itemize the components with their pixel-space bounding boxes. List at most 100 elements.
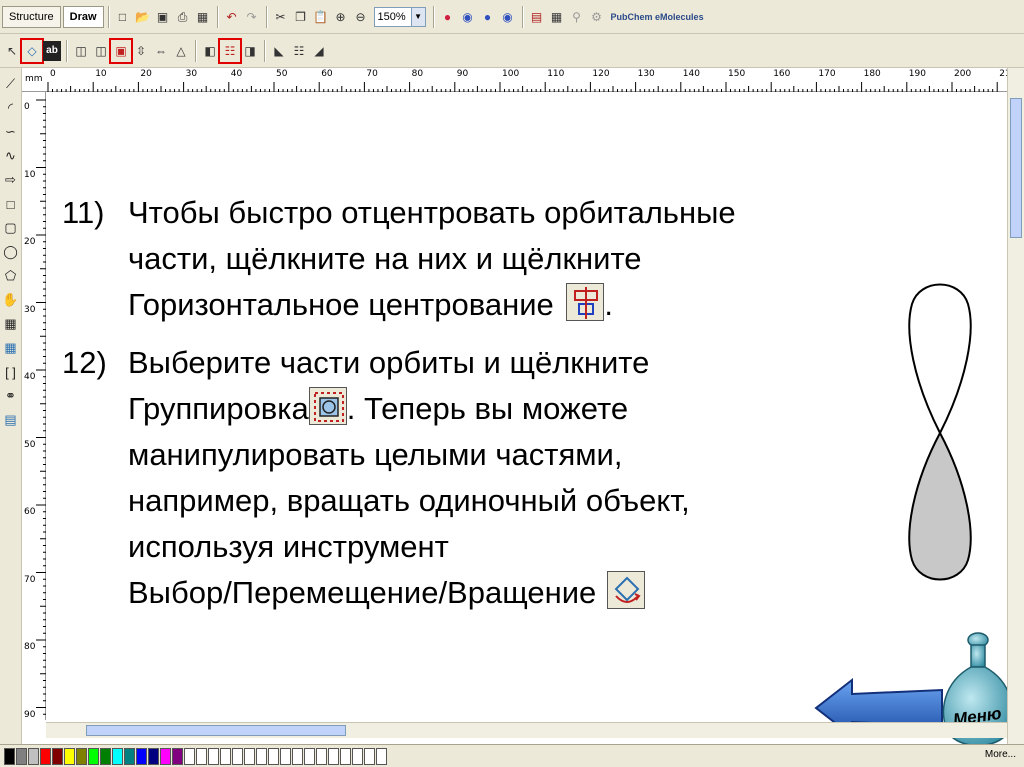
color-swatch[interactable]: [112, 747, 123, 765]
zoom-select[interactable]: 150% ▼: [373, 6, 426, 27]
redo-icon[interactable]: ↷: [243, 7, 261, 27]
color-swatch[interactable]: [208, 747, 219, 765]
color-swatch[interactable]: [76, 747, 87, 765]
atom-label-icon[interactable]: ◉: [459, 7, 477, 27]
new-file-icon[interactable]: □: [114, 7, 132, 27]
atom-sphere-icon[interactable]: ◉: [499, 7, 517, 27]
color-swatch[interactable]: [28, 747, 39, 765]
select-arrow-icon[interactable]: ↖: [3, 41, 21, 61]
center-vertical-icon[interactable]: ☷: [290, 41, 308, 61]
main-toolbar: Structure Draw □ 📂 ▣ ⎙ ▦ ↶ ↷ ✂ ❐ 📋 ⊕ ⊖ 1…: [0, 0, 1024, 34]
horizontal-scrollbar[interactable]: [46, 722, 1007, 738]
rotate-icon[interactable]: △: [172, 41, 190, 61]
arc-tool-icon[interactable]: ◜: [2, 96, 20, 120]
atom-color-icon[interactable]: ●: [439, 7, 457, 27]
zoom-out-icon[interactable]: ⊖: [352, 7, 370, 27]
scroll-thumb[interactable]: [86, 725, 346, 736]
table-tool-icon[interactable]: ▦: [2, 312, 20, 336]
color-swatch[interactable]: [376, 747, 387, 765]
scroll-thumb[interactable]: [1010, 98, 1022, 238]
rounded-rect-tool-icon[interactable]: ▢: [2, 216, 20, 240]
settings-icon[interactable]: ⚙: [588, 7, 606, 27]
more-colors-button[interactable]: More...: [985, 749, 1016, 760]
color-swatch[interactable]: [340, 747, 351, 765]
color-swatch[interactable]: [268, 747, 279, 765]
atom-ball-icon[interactable]: ●: [479, 7, 497, 27]
align-bottom-icon[interactable]: ◢: [310, 41, 328, 61]
tab-structure[interactable]: Structure: [2, 5, 61, 28]
arrow-tool-icon[interactable]: ⇨: [2, 168, 20, 192]
color-swatch[interactable]: [328, 747, 339, 765]
copy-icon[interactable]: ❐: [292, 7, 310, 27]
zoom-in-icon[interactable]: ⊕: [332, 7, 350, 27]
undo-icon[interactable]: ↶: [223, 7, 241, 27]
curve-tool-icon[interactable]: ∽: [2, 120, 20, 144]
p-orbital-shape[interactable]: [904, 282, 976, 584]
color-swatch[interactable]: [280, 747, 291, 765]
wave-tool-icon[interactable]: ∿: [2, 144, 20, 168]
tool-palette: ⟋ ◜ ∽ ∿ ⇨ □ ▢ ◯ ⬠ ✋ ▦ ▦ [ ] ⚭ ▤: [0, 68, 22, 744]
tab-draw[interactable]: Draw: [62, 5, 104, 28]
color-swatch[interactable]: [124, 747, 135, 765]
paste-icon[interactable]: 📋: [312, 7, 330, 27]
lasso-tool-icon[interactable]: ⚭: [2, 384, 20, 408]
document-tool-icon[interactable]: ▤: [2, 408, 20, 432]
color-swatch[interactable]: [364, 747, 375, 765]
group-icon[interactable]: ◫: [72, 41, 90, 61]
color-swatch[interactable]: [88, 747, 99, 765]
color-swatch[interactable]: [292, 747, 303, 765]
color-swatch[interactable]: [220, 747, 231, 765]
color-swatch[interactable]: [64, 747, 75, 765]
chart-icon[interactable]: ▤: [528, 7, 546, 27]
ruler-tick-label: 140: [682, 69, 700, 79]
group-selected-icon[interactable]: ▣: [109, 37, 133, 64]
color-swatch[interactable]: [352, 747, 363, 765]
ruler-tick-label: 0: [24, 102, 30, 112]
toolbar-separator: [265, 5, 267, 28]
ungroup-icon[interactable]: ◫: [92, 41, 110, 61]
toolbar-separator: [66, 39, 67, 62]
pubchem-emolecules-link[interactable]: PubChem eMolecules: [611, 12, 704, 22]
cut-icon[interactable]: ✂: [272, 7, 290, 27]
print-icon[interactable]: ⎙: [174, 7, 192, 27]
grid-icon[interactable]: ▦: [548, 7, 566, 27]
vertical-scrollbar[interactable]: [1007, 68, 1024, 744]
ellipse-tool-icon[interactable]: ◯: [2, 240, 20, 264]
text-tool-icon[interactable]: ab: [43, 40, 61, 61]
color-swatch[interactable]: [100, 747, 111, 765]
export-icon[interactable]: ▦: [194, 7, 212, 27]
color-swatch[interactable]: [304, 747, 315, 765]
chevron-down-icon[interactable]: ▼: [410, 7, 425, 26]
color-swatch[interactable]: [4, 747, 15, 765]
center-horizontal-icon[interactable]: ☷: [218, 37, 242, 64]
select-move-rotate-icon[interactable]: ◇: [20, 37, 44, 64]
color-swatch[interactable]: [232, 747, 243, 765]
align-left-icon[interactable]: ◧: [201, 41, 219, 61]
color-swatch[interactable]: [16, 747, 27, 765]
color-swatch[interactable]: [184, 747, 195, 765]
color-swatch[interactable]: [136, 747, 147, 765]
lab-flask-icon[interactable]: ⚲: [568, 7, 586, 27]
grid-tool-icon[interactable]: ▦: [2, 336, 20, 360]
color-swatch[interactable]: [148, 747, 159, 765]
color-swatch[interactable]: [256, 747, 267, 765]
flip-horizontal-icon[interactable]: ⇳: [132, 41, 150, 61]
flip-vertical-icon[interactable]: ⇔: [152, 41, 170, 61]
color-swatch[interactable]: [172, 747, 183, 765]
open-folder-icon[interactable]: 📂: [134, 7, 152, 27]
polygon-tool-icon[interactable]: ⬠: [2, 264, 20, 288]
color-swatch[interactable]: [40, 747, 51, 765]
color-swatch[interactable]: [160, 747, 171, 765]
rectangle-tool-icon[interactable]: □: [2, 192, 20, 216]
color-swatches: [4, 747, 388, 765]
color-swatch[interactable]: [196, 747, 207, 765]
hand-tool-icon[interactable]: ✋: [2, 288, 20, 312]
align-top-icon[interactable]: ◣: [270, 41, 288, 61]
bracket-tool-icon[interactable]: [ ]: [2, 360, 20, 384]
save-icon[interactable]: ▣: [154, 7, 172, 27]
color-swatch[interactable]: [244, 747, 255, 765]
line-tool-icon[interactable]: ⟋: [2, 72, 20, 96]
color-swatch[interactable]: [316, 747, 327, 765]
align-right-icon[interactable]: ◨: [241, 41, 259, 61]
color-swatch[interactable]: [52, 747, 63, 765]
